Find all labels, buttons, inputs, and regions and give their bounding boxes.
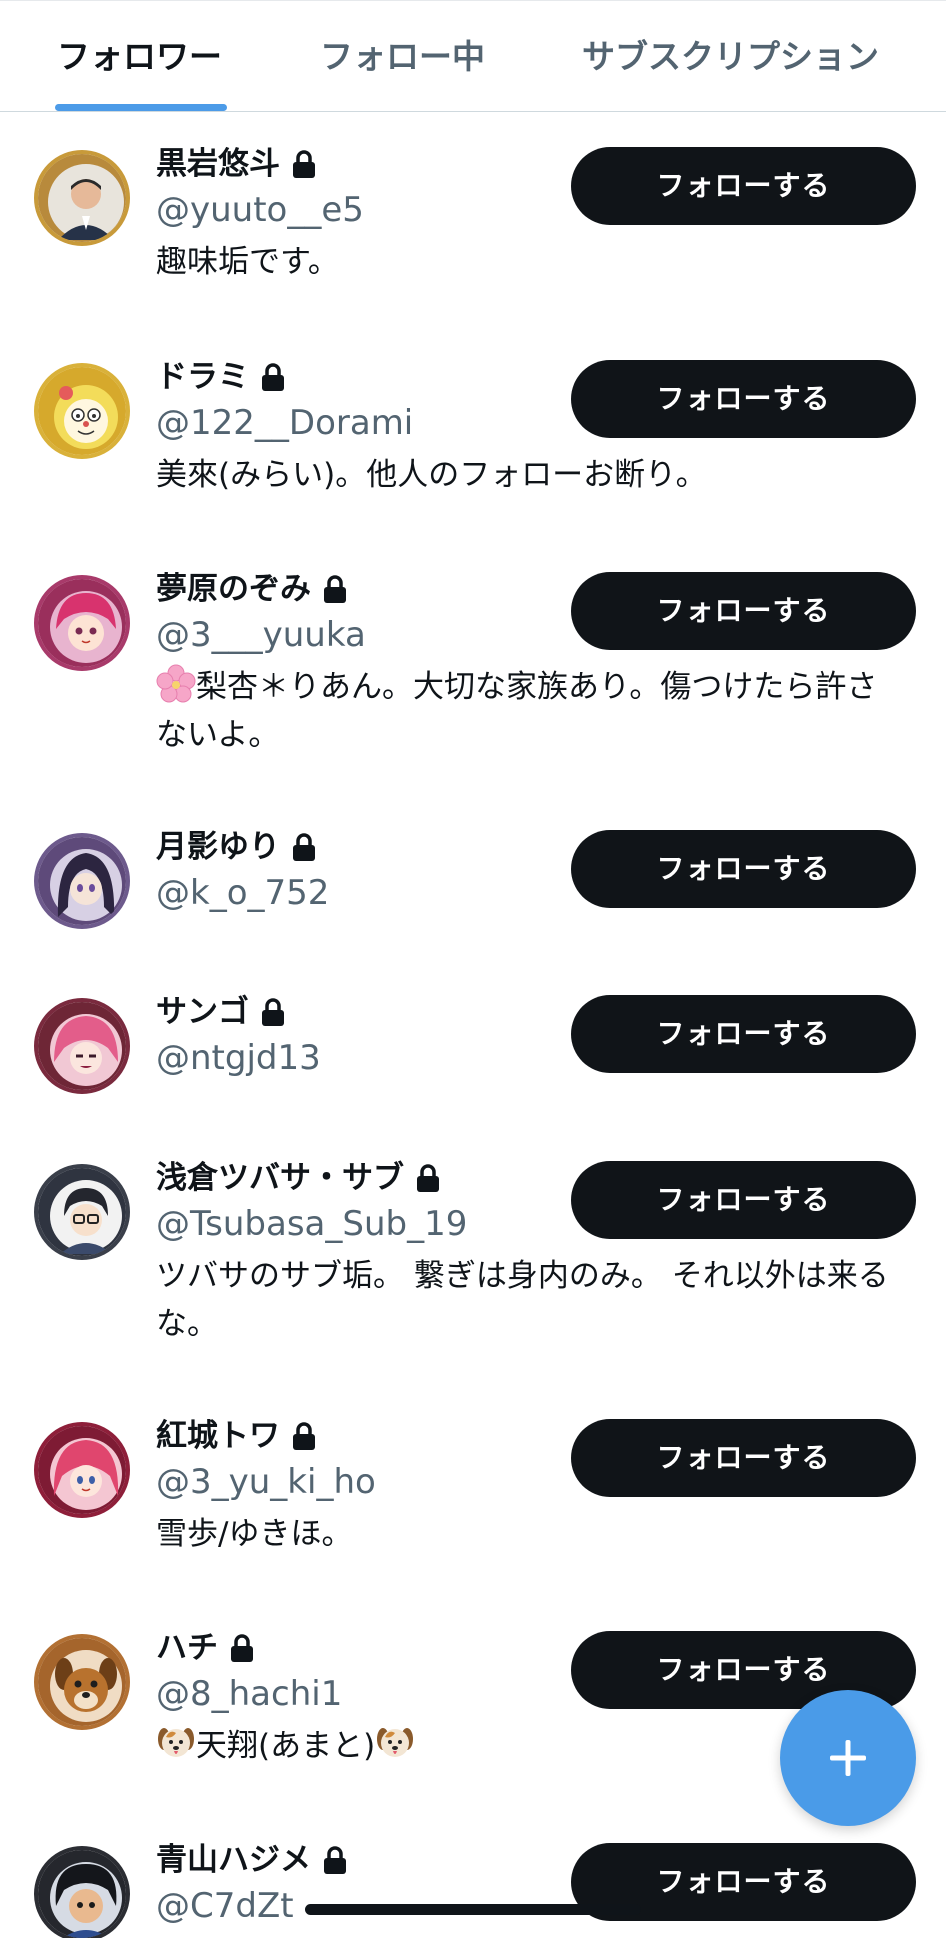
user-name-line: 月影ゆり — [156, 825, 318, 869]
user-name: 黒岩悠斗 — [156, 146, 280, 182]
follow-button[interactable]: フォローする — [571, 360, 916, 438]
follow-button[interactable]: フォローする — [571, 995, 916, 1073]
user-name: 紅城トワ — [156, 1418, 280, 1454]
user-name-line: 青山ハジメ — [156, 1838, 349, 1882]
follow-button[interactable]: フォローする — [571, 572, 916, 650]
lock-icon — [290, 1420, 318, 1452]
tab-following[interactable]: フォロー中 — [320, 35, 485, 79]
user-name: サンゴ — [156, 994, 249, 1030]
user-name-line: 浅倉ツバサ・サブ — [156, 1156, 442, 1200]
follow-button[interactable]: フォローする — [571, 1419, 916, 1497]
user-bio: 美來(みらい)。他人のフォローお断り。 — [156, 457, 707, 493]
user-handle: @k_o_752 — [156, 873, 330, 913]
active-tab-indicator — [55, 104, 227, 111]
dark-hair-anime-avatar[interactable] — [34, 833, 130, 929]
user-handle: @yuuto__e5 — [156, 190, 364, 230]
tab-followers[interactable]: フォロワー — [57, 35, 222, 79]
portrait-man-avatar[interactable] — [34, 150, 130, 246]
user-name-line: ドラミ — [156, 355, 287, 399]
user-bio-text: 梨杏＊りあん。大切な家族あり。傷つけたら許さないよ。 — [156, 669, 878, 753]
user-bio: 梨杏＊りあん。大切な家族あり。傷つけたら許さないよ。 — [156, 663, 896, 759]
user-row[interactable]: 浅倉ツバサ・サブ @Tsubasa_Sub_19 ツバサのサブ垢。 繋ぎは身内の… — [0, 1126, 946, 1384]
tab-subscriptions[interactable]: サブスクリプション — [582, 35, 879, 79]
pink-hair-anime-avatar[interactable] — [34, 575, 130, 671]
yellow-robot-avatar[interactable] — [34, 363, 130, 459]
user-row[interactable]: 紅城トワ @3_yu_ki_ho 雪歩/ゆきほ。 フォローする — [0, 1384, 946, 1596]
user-handle: @3___yuuka — [156, 615, 366, 655]
follow-button[interactable]: フォローする — [571, 830, 916, 908]
lock-icon — [414, 1162, 442, 1194]
user-row[interactable]: サンゴ @ntgjd13 フォローする — [0, 960, 946, 1126]
follower-list: 黒岩悠斗 @yuuto__e5 趣味垢です。 フォローする ドラミ @122__… — [0, 112, 946, 1938]
plus-icon — [830, 1740, 866, 1776]
cherry-blossom-emoji — [156, 664, 196, 704]
user-name-line: 夢原のぞみ — [156, 567, 349, 611]
lock-icon — [290, 148, 318, 180]
user-handle: @3_yu_ki_ho — [156, 1462, 376, 1502]
user-name: 青山ハジメ — [156, 1842, 311, 1878]
user-name-line: 黒岩悠斗 — [156, 142, 318, 186]
user-row[interactable]: 青山ハジメ @C7dZt フォローする — [0, 1808, 946, 1938]
user-name-line: サンゴ — [156, 990, 287, 1034]
lock-icon — [321, 573, 349, 605]
user-row[interactable]: 夢原のぞみ @3___yuuka 梨杏＊りあん。大切な家族あり。傷つけたら許さな… — [0, 537, 946, 795]
dog-face-emoji — [375, 1723, 415, 1763]
user-handle: @ntgjd13 — [156, 1038, 321, 1078]
user-handle: @8_hachi1 — [156, 1674, 343, 1714]
user-name: 夢原のぞみ — [156, 571, 311, 607]
user-name: 月影ゆり — [156, 829, 280, 865]
user-bio-text: 天翔(あまと) — [196, 1728, 376, 1764]
followers-screen: フォロワー フォロー中 サブスクリプション 黒岩悠斗 @yuuto__e5 趣味… — [0, 0, 946, 1938]
user-row[interactable]: ドラミ @122__Dorami 美來(みらい)。他人のフォローお断り。 フォロ… — [0, 325, 946, 537]
lock-icon — [321, 1844, 349, 1876]
user-bio: 雪歩/ゆきほ。 — [156, 1516, 353, 1552]
user-bio: 趣味垢です。 — [156, 244, 339, 280]
user-name: 浅倉ツバサ・サブ — [156, 1160, 404, 1196]
user-name: ハチ — [156, 1630, 218, 1666]
red-hair-anime-avatar[interactable] — [34, 1422, 130, 1518]
user-row[interactable]: 月影ゆり @k_o_752 フォローする — [0, 795, 946, 960]
follow-button[interactable]: フォローする — [571, 1161, 916, 1239]
follow-button[interactable]: フォローする — [571, 147, 916, 225]
glasses-boy-avatar[interactable] — [34, 1164, 130, 1260]
user-bio: ツバサのサブ垢。 繋ぎは身内のみ。 それ以外は来るな。 — [156, 1258, 889, 1342]
tab-bar: フォロワー フォロー中 サブスクリプション — [0, 0, 946, 112]
user-name-line: 紅城トワ — [156, 1414, 318, 1458]
pink-hair-anime-avatar[interactable] — [34, 998, 130, 1094]
user-row[interactable]: 黒岩悠斗 @yuuto__e5 趣味垢です。 フォローする — [0, 112, 946, 325]
dark-hair-boy-avatar[interactable] — [34, 1846, 130, 1938]
user-handle: @C7dZt — [156, 1886, 294, 1926]
lock-icon — [259, 996, 287, 1028]
lock-icon — [259, 361, 287, 393]
home-indicator — [305, 1904, 641, 1915]
user-handle: @122__Dorami — [156, 403, 414, 443]
compose-button[interactable] — [780, 1690, 916, 1826]
user-name-line: ハチ — [156, 1626, 256, 1670]
lock-icon — [290, 831, 318, 863]
dog-face-emoji — [156, 1723, 196, 1763]
brown-dog-avatar[interactable] — [34, 1634, 130, 1730]
user-handle: @Tsubasa_Sub_19 — [156, 1204, 468, 1244]
lock-icon — [228, 1632, 256, 1664]
user-name: ドラミ — [156, 359, 249, 395]
